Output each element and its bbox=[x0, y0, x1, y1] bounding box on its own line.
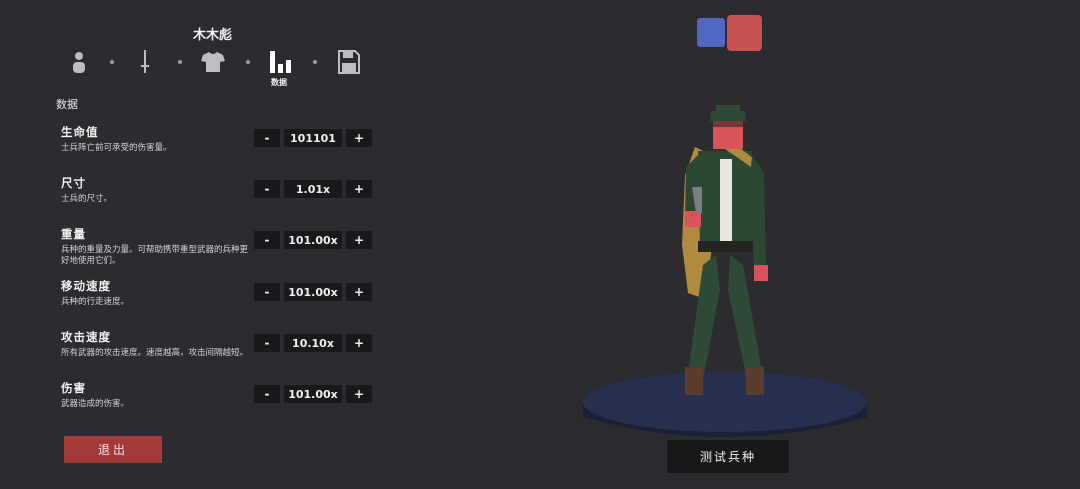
team-blue-swatch[interactable] bbox=[697, 18, 725, 47]
team-red-swatch[interactable] bbox=[727, 15, 762, 51]
stat-description: 士兵阵亡前可承受的伤害量。 bbox=[61, 143, 172, 153]
stat-description: 武器造成的伤害。 bbox=[61, 399, 130, 409]
decrease-button[interactable]: - bbox=[254, 129, 280, 147]
stat-name: 尺寸 bbox=[61, 176, 86, 190]
pedestal bbox=[583, 372, 867, 437]
save-icon bbox=[338, 50, 360, 74]
stat-name: 伤害 bbox=[61, 381, 86, 395]
section-title: 数据 bbox=[56, 98, 78, 111]
stat-description: 兵种的重量及力量。可帮助携带重型武器的兵种更好地使用它们。 bbox=[61, 245, 249, 266]
stat-value-field[interactable]: 101.00x bbox=[284, 231, 342, 249]
stat-value-field[interactable]: 101.00x bbox=[284, 283, 342, 301]
stat-value-field[interactable]: 101101 bbox=[284, 129, 342, 147]
decrease-button[interactable]: - bbox=[254, 283, 280, 301]
soldier-model bbox=[682, 105, 768, 395]
decrease-button[interactable]: - bbox=[254, 231, 280, 249]
tab-stats-label: 数据 bbox=[271, 78, 287, 87]
stat-description: 士兵的尺寸。 bbox=[61, 194, 113, 204]
stat-value-field[interactable]: 1.01x bbox=[284, 180, 342, 198]
tab-separator bbox=[178, 60, 182, 64]
tab-separator bbox=[313, 60, 317, 64]
exit-button[interactable]: 退出 bbox=[64, 436, 162, 463]
tab-stats[interactable] bbox=[268, 48, 294, 76]
stat-value-field[interactable]: 101.00x bbox=[284, 385, 342, 403]
stat-row-attack-speed: 攻击速度 所有武器的攻击速度。速度越高，攻击间隔越短。 - 10.10x + bbox=[61, 329, 381, 377]
increase-button[interactable]: + bbox=[346, 334, 372, 352]
increase-button[interactable]: + bbox=[346, 129, 372, 147]
stat-name: 重量 bbox=[61, 227, 86, 241]
increase-button[interactable]: + bbox=[346, 231, 372, 249]
stat-name: 生命值 bbox=[61, 125, 99, 139]
stat-name: 攻击速度 bbox=[61, 330, 111, 344]
decrease-button[interactable]: - bbox=[254, 334, 280, 352]
decrease-button[interactable]: - bbox=[254, 385, 280, 403]
sword-icon bbox=[141, 50, 149, 73]
stat-description: 兵种的行走速度。 bbox=[61, 297, 130, 307]
tab-separator bbox=[110, 60, 114, 64]
stat-row-weight: 重量 兵种的重量及力量。可帮助携带重型武器的兵种更好地使用它们。 - 101.0… bbox=[61, 226, 381, 274]
person-icon bbox=[73, 52, 85, 73]
tab-separator bbox=[246, 60, 250, 64]
stat-row-damage: 伤害 武器造成的伤害。 - 101.00x + bbox=[61, 380, 381, 428]
increase-button[interactable]: + bbox=[346, 283, 372, 301]
stat-row-health: 生命值 士兵阵亡前可承受的伤害量。 - 101101 + bbox=[61, 124, 381, 172]
tab-save[interactable] bbox=[336, 48, 362, 76]
bar-chart-icon bbox=[270, 51, 291, 73]
tab-clothing[interactable] bbox=[200, 48, 226, 76]
stat-row-size: 尺寸 士兵的尺寸。 - 1.01x + bbox=[61, 175, 381, 223]
unit-preview bbox=[583, 105, 867, 437]
tab-unit-base[interactable] bbox=[66, 48, 92, 76]
tab-weapons[interactable] bbox=[132, 48, 158, 76]
increase-button[interactable]: + bbox=[346, 180, 372, 198]
test-unit-button[interactable]: 测试兵种 bbox=[667, 440, 789, 473]
increase-button[interactable]: + bbox=[346, 385, 372, 403]
shirt-icon bbox=[201, 52, 225, 72]
unit-name: 木木彪 bbox=[193, 28, 233, 43]
stat-description: 所有武器的攻击速度。速度越高，攻击间隔越短。 bbox=[61, 348, 249, 358]
decrease-button[interactable]: - bbox=[254, 180, 280, 198]
stat-value-field[interactable]: 10.10x bbox=[284, 334, 342, 352]
editor-tabs bbox=[66, 48, 366, 88]
stat-name: 移动速度 bbox=[61, 279, 111, 293]
stat-row-move-speed: 移动速度 兵种的行走速度。 - 101.00x + bbox=[61, 278, 381, 326]
